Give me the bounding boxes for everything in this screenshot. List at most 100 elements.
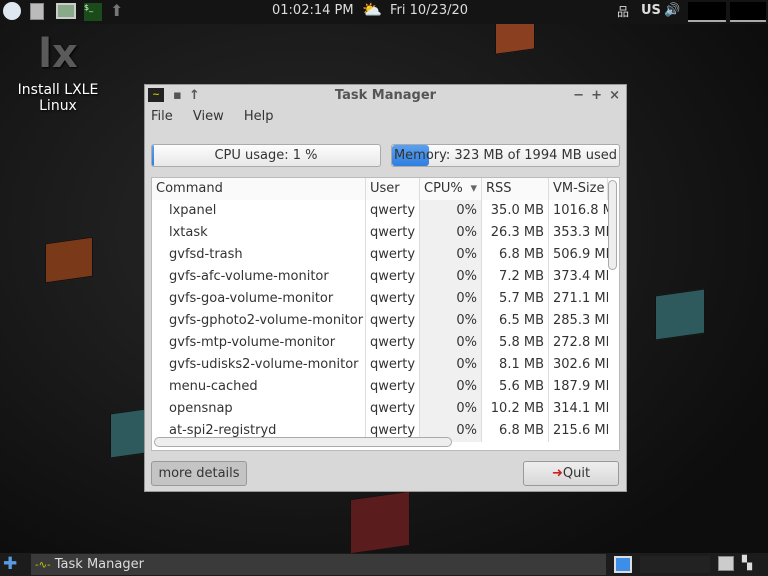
task-manager-window: ~ ▪ ↑ Task Manager − + × File View Help …: [144, 84, 627, 492]
cell-rss: 6.8 MB: [482, 244, 549, 266]
quit-button[interactable]: ➜Quit: [523, 461, 619, 486]
memory-usage-bar: Memory: 323 MB of 1994 MB used: [391, 144, 620, 167]
horizontal-scrollbar[interactable]: [154, 437, 452, 447]
monitor-icon[interactable]: [56, 3, 76, 19]
cell-user: qwerty: [366, 376, 420, 398]
cell-cpu-pct: 0%: [420, 376, 482, 398]
date[interactable]: Fri 10/23/20: [390, 3, 468, 18]
terminal-icon[interactable]: $_: [84, 3, 102, 21]
cell-rss: 5.7 MB: [482, 288, 549, 310]
app-icon[interactable]: ~: [148, 88, 164, 102]
cell-vm-size: 506.9 MB: [553, 247, 608, 262]
keyboard-layout[interactable]: US: [641, 3, 661, 18]
cell-vm-size: 272.8 MB: [553, 335, 608, 350]
cell-rss: 5.6 MB: [482, 376, 549, 398]
table-row[interactable]: lxtaskqwerty0%26.3 MB 353.3 MB: [152, 222, 608, 244]
volume-icon[interactable]: 🔊: [664, 3, 680, 18]
process-table: Command User CPU% ▾ RSS VM-Size lxpanel qwerty…: [151, 177, 620, 451]
desktop-icon-install-lxle[interactable]: lx Install LXLE Linux: [10, 30, 106, 114]
close-button[interactable]: ×: [609, 85, 620, 106]
cell-user: qwerty: [366, 310, 420, 332]
cell-command: gvfs-udisks2-volume-monitor: [152, 354, 366, 376]
cell-rss: 8.1 MB: [482, 354, 549, 376]
sticky-icon[interactable]: ▪: [173, 85, 182, 106]
shade-icon[interactable]: ↑: [189, 85, 200, 106]
column-header-cpu-pct[interactable]: CPU% ▾: [420, 178, 482, 200]
table-row[interactable]: opensnapqwerty0%10.2 MB 314.1 MB: [152, 398, 608, 420]
file-manager-icon[interactable]: [30, 3, 44, 20]
up-arrow-icon[interactable]: ⬆: [110, 1, 123, 20]
cell-cpu-pct: 0%: [420, 332, 482, 354]
weather-icon[interactable]: ⛅: [362, 0, 382, 19]
table-row[interactable]: gvfsd-trashqwerty0%6.8 MB 506.9 MB: [152, 244, 608, 266]
cell-cpu-pct: 0%: [420, 266, 482, 288]
cpu-usage-label: CPU usage: 1 %: [214, 148, 318, 163]
table-row[interactable]: gvfs-udisks2-volume-monitor qwerty 0% 8.1 M…: [152, 354, 608, 376]
table-header: Command User CPU% ▾ RSS VM-Size: [152, 178, 608, 200]
wallpaper-cube: [655, 288, 705, 341]
cell-vm-size: 187.9 MB: [553, 379, 608, 394]
taskbar-task-manager[interactable]: -∿- Task Manager: [31, 554, 606, 575]
cell-vm-size: 302.6 MB: [553, 357, 608, 372]
cell-cpu-pct: 0%: [420, 222, 482, 244]
cell-user: qwerty: [366, 332, 420, 354]
cell-cpu-pct: 0%: [420, 398, 482, 420]
table-row[interactable]: menu-cachedqwerty0%5.6 MB 187.9 MB: [152, 376, 608, 398]
cell-cpu-pct: 0%: [420, 200, 482, 222]
cell-rss: 6.8 MB: [482, 420, 549, 442]
top-panel: $_ ⬆ 01:02:14 PM ⛅ Fri 10/23/20 品 US 🔊: [0, 0, 768, 24]
vertical-scrollbar[interactable]: [608, 180, 617, 270]
table-row[interactable]: gvfs-goa-volume-monitor qwerty 0% 5.7 MB 271…: [152, 288, 608, 310]
show-desktop-icon[interactable]: [718, 556, 734, 571]
cell-cpu-pct: 0%: [420, 354, 482, 376]
cell-user: qwerty: [366, 288, 420, 310]
cell-user: qwerty: [366, 222, 420, 244]
cell-cpu-pct: 0%: [420, 244, 482, 266]
column-header-command[interactable]: Command: [152, 178, 366, 200]
cell-cpu-pct: 0%: [420, 288, 482, 310]
task-manager-icon: -∿-: [35, 560, 51, 571]
clock[interactable]: 01:02:14 PM: [272, 3, 354, 18]
desktop-icon-label: Install LXLE Linux: [17, 82, 99, 114]
maximize-button[interactable]: +: [591, 85, 602, 106]
cell-vm-size: 353.3 MB: [553, 225, 608, 240]
table-row[interactable]: lxpanelqwerty0%35.0 MB 1016.8 MB: [152, 200, 608, 222]
cell-vm-size: 1016.8 MB: [553, 203, 608, 218]
column-header-rss[interactable]: RSS: [482, 178, 549, 200]
title-bar[interactable]: ~ ▪ ↑ Task Manager − + ×: [145, 85, 626, 106]
memory-usage-label: Memory: 323 MB of 1994 MB used: [393, 148, 618, 163]
cell-cpu-pct: 0%: [420, 310, 482, 332]
menu-view[interactable]: View: [193, 109, 224, 124]
cell-rss: 10.2 MB: [482, 398, 549, 420]
cpu-usage-bar: CPU usage: 1 %: [151, 144, 381, 167]
add-icon[interactable]: ✚: [3, 554, 17, 574]
cpu-graph-icon: [688, 2, 726, 22]
workspaces-other[interactable]: [640, 556, 710, 573]
cell-command: lxpanel: [152, 200, 366, 222]
menu-help[interactable]: Help: [244, 109, 274, 124]
window-list-icon[interactable]: ▚: [742, 556, 752, 571]
table-row[interactable]: gvfs-afc-volume-monitor qwerty 0% 7.2 MB 373…: [152, 266, 608, 288]
cell-user: qwerty: [366, 200, 420, 222]
cell-command: gvfs-afc-volume-monitor: [152, 266, 366, 288]
cell-rss: 6.5 MB: [482, 310, 549, 332]
wallpaper-cube: [350, 490, 410, 555]
cell-command: gvfsd-trash: [152, 244, 366, 266]
cell-command: gvfs-mtp-volume-monitor: [152, 332, 366, 354]
column-header-user[interactable]: User: [366, 178, 420, 200]
more-details-button[interactable]: more details: [151, 461, 247, 486]
column-header-vm-size[interactable]: VM-Size: [549, 178, 608, 200]
cell-command: gvfs-gphoto2-volume-monitor: [152, 310, 366, 332]
menu-file[interactable]: File: [151, 109, 173, 124]
lxle-menu-icon[interactable]: [3, 2, 21, 20]
quit-icon: ➜: [551, 466, 563, 481]
lxle-logo-icon: lx: [38, 31, 78, 77]
cell-rss: 26.3 MB: [482, 222, 549, 244]
minimize-button[interactable]: −: [573, 85, 584, 106]
table-row[interactable]: gvfs-gphoto2-volume-monitor qwerty 0% 6.5 M…: [152, 310, 608, 332]
workspace-1[interactable]: [614, 556, 632, 573]
network-icon[interactable]: 品: [617, 3, 629, 20]
cell-user: qwerty: [366, 266, 420, 288]
cell-rss: 35.0 MB: [482, 200, 549, 222]
table-row[interactable]: gvfs-mtp-volume-monitor qwerty 0% 5.8 MB 272…: [152, 332, 608, 354]
